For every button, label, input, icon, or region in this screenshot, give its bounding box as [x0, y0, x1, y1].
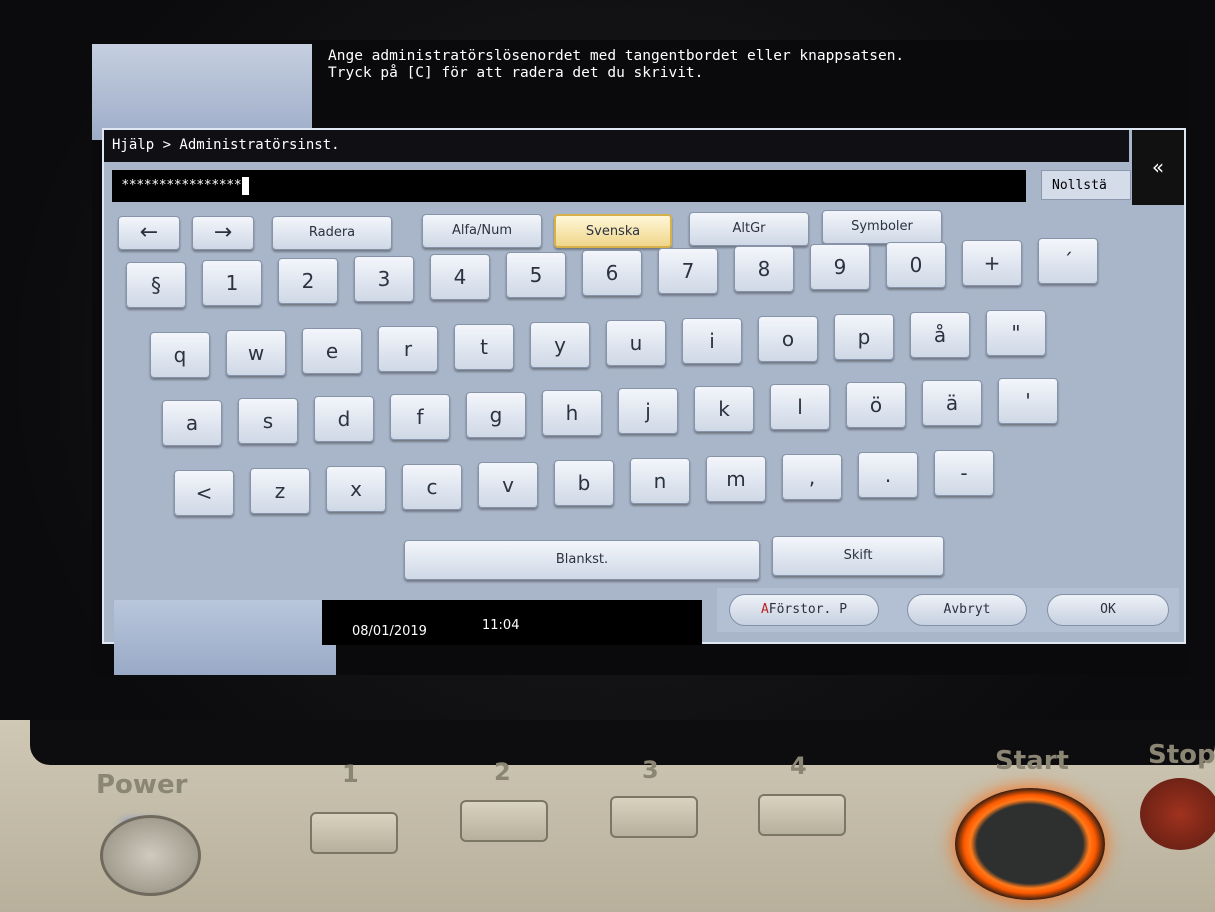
stop-label: Stop: [1148, 740, 1215, 770]
key-area: § 1 2 3 4 5 6 7 8 9 0 + ´ q w e r t y u i o p å " a s d f g h j k l ö ä ' < z x…: [112, 238, 1132, 586]
date-display: 08/01/2019: [352, 624, 427, 639]
hw-key-2-label: 2: [494, 758, 511, 786]
key-row2-1[interactable]: w: [226, 330, 286, 376]
message-line-1: Ange administratörslösenordet med tangen…: [328, 48, 905, 64]
key-row3-8[interactable]: l: [770, 384, 830, 430]
key-row1-8[interactable]: 8: [734, 246, 794, 292]
text-cursor: [242, 176, 249, 195]
key-row1-5[interactable]: 5: [506, 252, 566, 298]
power-label: Power: [96, 770, 188, 800]
key-row4-8[interactable]: ,: [782, 454, 842, 500]
key-row1-3[interactable]: 3: [354, 256, 414, 302]
enlarge-icon: A: [760, 602, 769, 617]
time-display: 11:04: [482, 618, 520, 633]
title-bar: Hjälp > Administratörsinst.: [104, 130, 1129, 162]
key-row2-2[interactable]: e: [302, 328, 362, 374]
key-row2-9[interactable]: p: [834, 314, 894, 360]
key-row1-6[interactable]: 6: [582, 250, 642, 296]
key-row2-11[interactable]: ": [986, 310, 1046, 356]
key-row4-3[interactable]: c: [402, 464, 462, 510]
key-row1-10[interactable]: 0: [886, 242, 946, 288]
message-line-2: Tryck på [C] för att radera det du skriv…: [328, 65, 704, 81]
key-row3-4[interactable]: g: [466, 392, 526, 438]
key-row4-6[interactable]: n: [630, 458, 690, 504]
ok-button[interactable]: OK: [1047, 594, 1169, 626]
hw-key-1-label: 1: [342, 760, 359, 788]
key-row3-1[interactable]: s: [238, 398, 298, 444]
key-row4-2[interactable]: x: [326, 466, 386, 512]
key-row3-11[interactable]: ': [998, 378, 1058, 424]
key-row3-7[interactable]: k: [694, 386, 754, 432]
power-button[interactable]: [100, 815, 201, 896]
key-row3-0[interactable]: a: [162, 400, 222, 446]
key-row2-5[interactable]: y: [530, 322, 590, 368]
key-row1-2[interactable]: 2: [278, 258, 338, 304]
status-background: [114, 600, 336, 675]
key-row3-3[interactable]: f: [390, 394, 450, 440]
space-key[interactable]: Blankst.: [404, 540, 760, 580]
message-area-background: [92, 44, 312, 140]
key-row1-9[interactable]: 9: [810, 244, 870, 290]
key-row1-0[interactable]: §: [126, 262, 186, 308]
key-row3-9[interactable]: ö: [846, 382, 906, 428]
key-row2-6[interactable]: u: [606, 320, 666, 366]
hw-key-3-button[interactable]: [610, 796, 698, 838]
status-bar: 08/01/2019 11:04: [322, 600, 702, 645]
key-row1-4[interactable]: 4: [430, 254, 490, 300]
key-row3-10[interactable]: ä: [922, 380, 982, 426]
hw-key-4-label: 4: [790, 752, 807, 780]
keyboard-panel: Hjälp > Administratörsinst. « **********…: [102, 128, 1186, 644]
key-row4-4[interactable]: v: [478, 462, 538, 508]
key-row4-7[interactable]: m: [706, 456, 766, 502]
altgr-button[interactable]: AltGr: [689, 212, 809, 246]
key-row2-8[interactable]: o: [758, 316, 818, 362]
password-input[interactable]: ****************: [112, 170, 1026, 202]
shift-key[interactable]: Skift: [772, 536, 944, 576]
hw-key-4-button[interactable]: [758, 794, 846, 836]
collapse-icon[interactable]: «: [1132, 130, 1184, 205]
key-row3-2[interactable]: d: [314, 396, 374, 442]
key-row3-5[interactable]: h: [542, 390, 602, 436]
key-row2-0[interactable]: q: [150, 332, 210, 378]
key-row1-11[interactable]: +: [962, 240, 1022, 286]
enlarge-label: Förstor. P: [768, 602, 848, 617]
enlarge-display-button[interactable]: AFörstor. P: [729, 594, 879, 626]
key-row4-10[interactable]: -: [934, 450, 994, 496]
hw-key-1-button[interactable]: [310, 812, 398, 854]
swedish-layout-button[interactable]: Svenska: [554, 214, 672, 248]
key-row4-0[interactable]: <: [174, 470, 234, 516]
cursor-right-button[interactable]: →: [192, 216, 254, 250]
touch-screen: Ange administratörslösenordet med tangen…: [92, 40, 1190, 675]
breadcrumb: Hjälp > Administratörsinst.: [112, 137, 340, 153]
hw-key-3-label: 3: [642, 756, 659, 784]
instruction-message: Ange administratörslösenordet med tangen…: [328, 48, 1168, 82]
action-bar: AFörstor. P Avbryt OK: [717, 588, 1179, 632]
cursor-left-button[interactable]: ←: [118, 216, 180, 250]
start-label: Start: [995, 746, 1069, 776]
password-mask: ****************: [122, 178, 242, 193]
key-row1-12[interactable]: ´: [1038, 238, 1098, 284]
start-button[interactable]: [955, 788, 1105, 900]
delete-button[interactable]: Radera: [272, 216, 392, 250]
symbols-button[interactable]: Symboler: [822, 210, 942, 244]
key-row2-10[interactable]: å: [910, 312, 970, 358]
key-row2-7[interactable]: i: [682, 318, 742, 364]
alphanum-button[interactable]: Alfa/Num: [422, 214, 542, 248]
hw-key-2-button[interactable]: [460, 800, 548, 842]
key-row2-4[interactable]: t: [454, 324, 514, 370]
key-row3-6[interactable]: j: [618, 388, 678, 434]
key-row1-7[interactable]: 7: [658, 248, 718, 294]
key-row4-1[interactable]: z: [250, 468, 310, 514]
key-row2-3[interactable]: r: [378, 326, 438, 372]
reset-button[interactable]: Nollstä: [1041, 170, 1131, 200]
key-row4-9[interactable]: .: [858, 452, 918, 498]
cancel-button[interactable]: Avbryt: [907, 594, 1027, 626]
key-row4-5[interactable]: b: [554, 460, 614, 506]
key-row1-1[interactable]: 1: [202, 260, 262, 306]
stop-button[interactable]: [1140, 778, 1215, 850]
